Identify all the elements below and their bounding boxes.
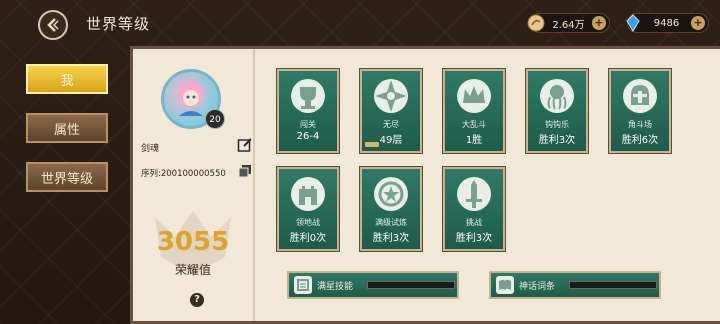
crown-icon xyxy=(457,79,491,113)
card-value: 胜利6次 xyxy=(621,135,659,146)
copy-icon[interactable] xyxy=(238,164,252,178)
card-value: 1胜 xyxy=(465,135,483,146)
helmet-icon xyxy=(623,79,657,113)
card-value: 26-4 xyxy=(296,131,320,142)
castle-icon xyxy=(291,177,325,211)
compass-star-icon xyxy=(374,79,408,113)
back-button[interactable] xyxy=(38,10,68,40)
avatar-level-badge: 20 xyxy=(205,109,225,129)
book-icon xyxy=(496,276,514,294)
serial-number: 序列:200100000550 xyxy=(141,169,226,179)
octopus-icon xyxy=(540,79,574,113)
card-name: 大乱斗 xyxy=(462,120,486,129)
card-name: 挑战 xyxy=(466,218,482,227)
skill-bar-label: 满星技能 xyxy=(317,281,354,292)
character-name: 剑魂 xyxy=(141,144,160,154)
back-arrow-icon xyxy=(47,18,59,32)
blue-crystal-icon xyxy=(626,14,640,32)
card-name: 满级试炼 xyxy=(375,218,407,227)
card-name: 钩钩乐 xyxy=(545,120,569,129)
coin-amount: 2.64万 xyxy=(552,19,585,31)
add-coin-button[interactable]: + xyxy=(592,16,606,30)
add-crystal-button[interactable]: + xyxy=(691,16,705,30)
card-max-level-trial[interactable]: 满级试炼 胜利3次 xyxy=(359,166,423,252)
card-name: 无尽 xyxy=(383,120,399,129)
page-title: 世界等级 xyxy=(86,15,151,33)
skill-progress-track xyxy=(367,281,455,289)
card-value: 胜利3次 xyxy=(372,233,410,244)
edit-name-icon[interactable] xyxy=(237,137,253,153)
honor-label: 荣耀值 xyxy=(174,263,211,277)
skill-bar-myth-entry[interactable]: 神话词条 xyxy=(489,271,661,299)
tab-me[interactable]: 我 xyxy=(26,64,108,94)
card-value: 胜利3次 xyxy=(538,135,576,146)
sword-icon xyxy=(457,177,491,211)
top-bar: 世界等级 2.64万 + 9486 + xyxy=(0,0,720,46)
coin-icon xyxy=(527,14,545,32)
crystal-counter: 9486 + xyxy=(626,13,709,33)
card-arena[interactable]: 角斗场 胜利6次 xyxy=(608,68,672,154)
coin-counter: 2.64万 + xyxy=(527,13,610,33)
honor-value: 3055 xyxy=(156,227,230,257)
card-challenge[interactable]: 挑战 胜利3次 xyxy=(442,166,506,252)
card-hook-fun[interactable]: 钩钩乐 胜利3次 xyxy=(525,68,589,154)
skill-progress-track xyxy=(569,281,657,289)
card-name: 领地战 xyxy=(296,218,320,227)
scroll-icon xyxy=(294,276,312,294)
card-progress-bar xyxy=(365,142,379,147)
tab-attributes[interactable]: 属性 xyxy=(26,113,108,143)
crystal-amount: 9486 xyxy=(653,17,680,29)
side-tabs: 我 属性 世界等级 xyxy=(26,64,108,211)
card-name: 角斗场 xyxy=(628,120,652,129)
main-panel: 20 剑魂 序列:200100000550 3055 荣耀值 ? 闯关 26-4… xyxy=(130,46,720,324)
card-name: 闯关 xyxy=(300,120,316,129)
tab-world-level[interactable]: 世界等级 xyxy=(26,162,108,192)
card-value: 胜利3次 xyxy=(455,233,493,244)
skill-bar-full-star[interactable]: 满星技能 xyxy=(287,271,459,299)
card-brawl[interactable]: 大乱斗 1胜 xyxy=(442,68,506,154)
card-stage[interactable]: 闯关 26-4 xyxy=(276,68,340,154)
card-territory-war[interactable]: 领地战 胜利0次 xyxy=(276,166,340,252)
card-value: 49层 xyxy=(379,135,403,146)
card-value: 胜利0次 xyxy=(289,233,327,244)
panel-divider xyxy=(253,49,255,321)
help-icon[interactable]: ? xyxy=(190,293,204,307)
star-emblem-icon xyxy=(374,177,408,211)
skill-bar-label: 神话词条 xyxy=(519,281,556,292)
card-endless[interactable]: 无尽 49层 xyxy=(359,68,423,154)
trophy-icon xyxy=(291,79,325,113)
